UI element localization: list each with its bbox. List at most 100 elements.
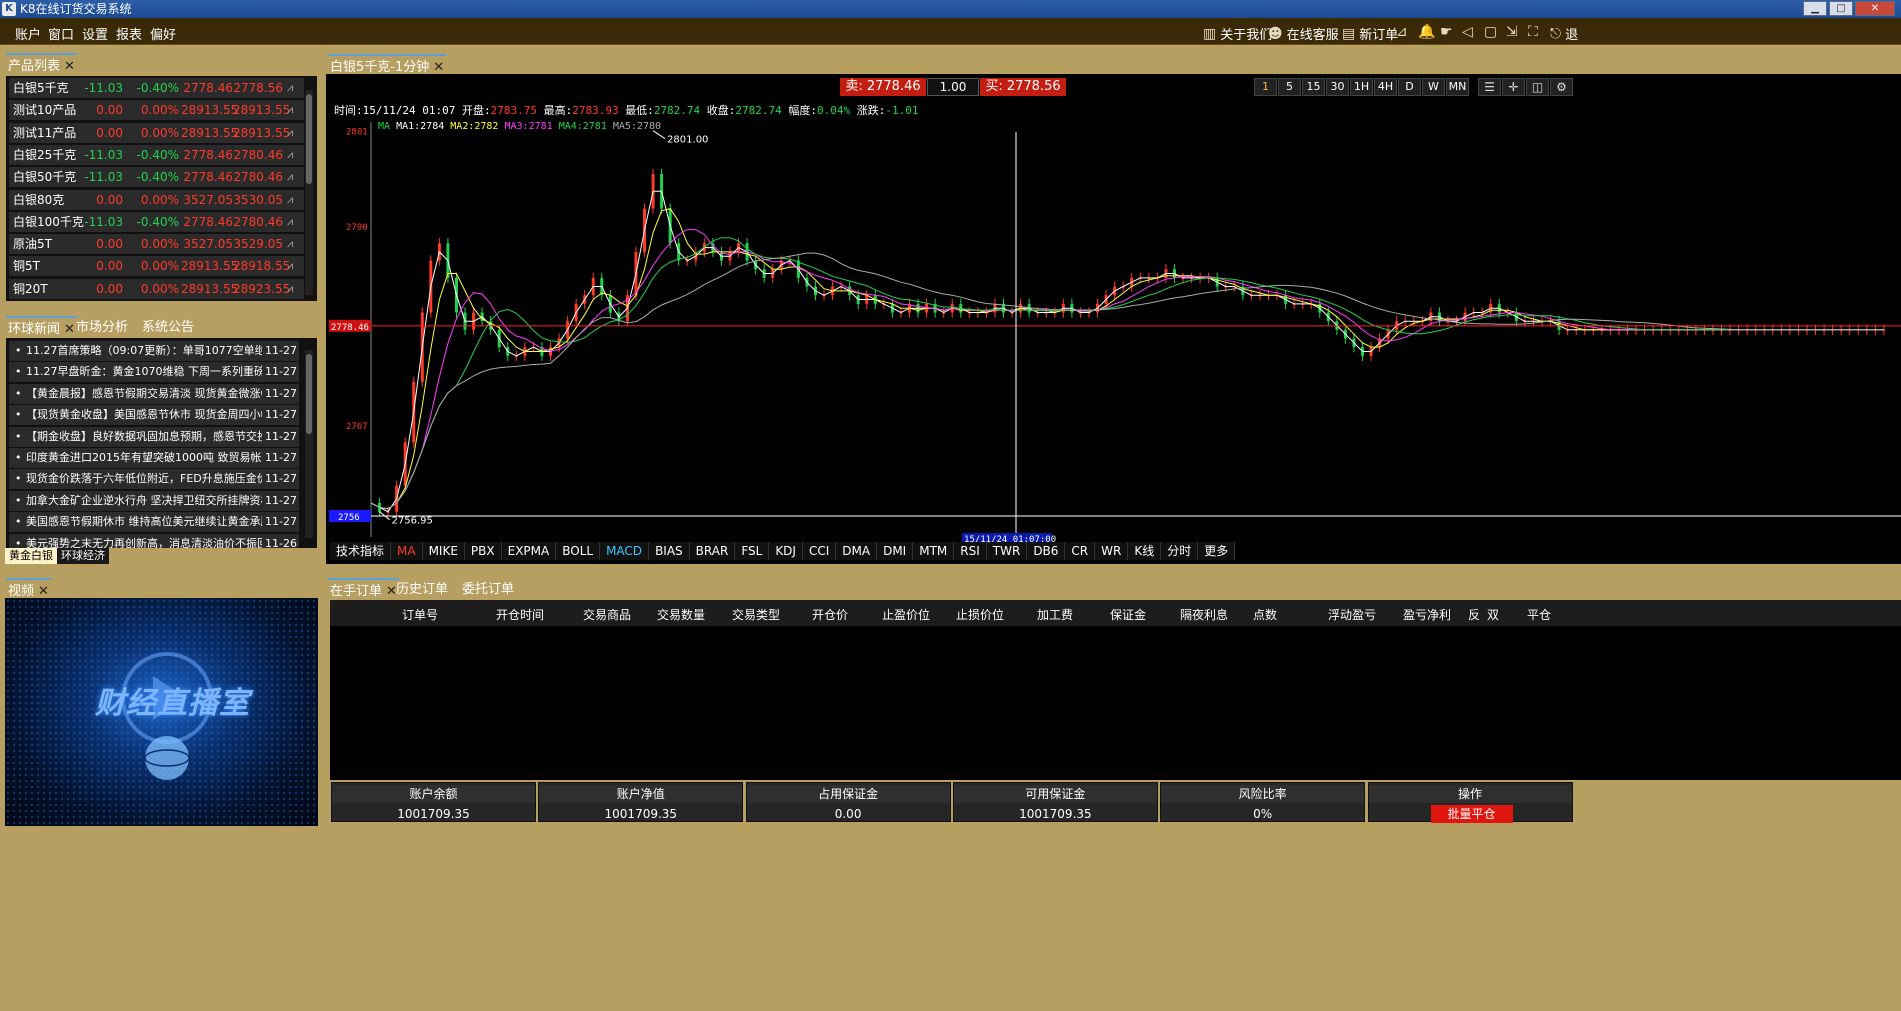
product-row[interactable]: 白银100千克 -11.03 -0.40% 2778.46 2780.46 ⩘	[9, 211, 304, 232]
indicator-2[interactable]: MIKE	[423, 542, 465, 560]
column-header[interactable]: 订单号	[402, 606, 438, 623]
chart-icon-button[interactable]: ⊿	[1396, 24, 1408, 40]
mini-chart-icon[interactable]: ⩘	[287, 167, 293, 187]
minimize-button[interactable]: ▁	[1803, 1, 1827, 16]
period-MN[interactable]: MN	[1446, 78, 1469, 96]
tab-chart[interactable]: 白银5千克-1分钟 ✕	[328, 54, 447, 75]
column-header[interactable]: 盈亏净利	[1403, 606, 1451, 623]
product-row[interactable]: 白银50千克 -11.03 -0.40% 2778.46 2780.46 ⩘	[9, 167, 304, 188]
news-item[interactable]: • 【期金收盘】良好数据巩固加息预期，感恩节交投清淡11-27	[9, 426, 299, 447]
column-header[interactable]: 保证金	[1110, 606, 1146, 623]
hand-button[interactable]: ☛	[1440, 24, 1453, 40]
tab-products[interactable]: 产品列表 ✕	[6, 53, 77, 74]
news-item[interactable]: • 美国感恩节假期休市 维持高位美元继续让黄金承压 11-27	[9, 512, 299, 533]
about-button[interactable]: ▥ 关于我们	[1203, 24, 1272, 44]
column-header[interactable]: 交易类型	[732, 606, 780, 623]
column-header[interactable]: 双	[1487, 606, 1499, 623]
column-header[interactable]: 隔夜利息	[1180, 606, 1228, 623]
video-player[interactable]: 财经直播室	[5, 598, 318, 826]
crosshair-icon[interactable]: ✛	[1502, 78, 1525, 96]
news-item[interactable]: • 现货金价跌落于六年低位附近，FED升息施压金价 11-27	[9, 469, 299, 490]
column-header[interactable]: 加工费	[1037, 606, 1073, 623]
menu-settings[interactable]: 设置	[82, 24, 108, 43]
indicator-20[interactable]: K线	[1128, 542, 1162, 560]
sound-button[interactable]: ◁	[1462, 24, 1473, 40]
new-order-button[interactable]: ▤ 新订单	[1342, 24, 1398, 44]
close-icon[interactable]: ✕	[64, 59, 75, 74]
mini-chart-icon[interactable]: ⩘	[287, 279, 293, 299]
product-row[interactable]: 铜20T 0.00 0.00% 28913.55 28923.55 ⩘	[9, 278, 304, 299]
layout-button[interactable]: ▢	[1484, 24, 1497, 40]
news-scrollbar[interactable]	[305, 350, 313, 538]
news-item[interactable]: • 加拿大金矿企业逆水行舟 坚决捍卫纽交所挂牌资格 11-27	[9, 490, 299, 511]
news-item[interactable]: • 【现货黄金收盘】美国感恩节休市 现货金周四小幅收涨11-27	[9, 405, 299, 426]
service-button[interactable]: ☻ 在线客服	[1268, 24, 1339, 44]
column-header[interactable]: 平仓	[1527, 606, 1551, 623]
close-window-button[interactable]: ✕	[1855, 1, 1895, 16]
fullscreen-button[interactable]: ⛶	[1528, 24, 1538, 40]
quantity-input[interactable]: 1.00	[927, 78, 979, 96]
indicator-3[interactable]: PBX	[465, 542, 502, 560]
indicator-5[interactable]: BOLL	[556, 542, 601, 560]
column-header[interactable]: 交易商品	[583, 606, 631, 623]
buy-button[interactable]: 买: 2778.56	[980, 78, 1066, 96]
news-item[interactable]: • 11.27首席策略（09:07更新）：单哥1077空单继续持 11-27	[9, 341, 299, 361]
price-chart[interactable]: 2801279027672778.4627562801.002756.9515/…	[326, 74, 1901, 564]
period-1[interactable]: 1	[1254, 78, 1277, 96]
tab-global-news[interactable]: 环球新闻 ✕	[6, 316, 77, 337]
period-30[interactable]: 30	[1326, 78, 1349, 96]
indicator-14[interactable]: MTM	[913, 542, 955, 560]
mini-chart-icon[interactable]: ⩘	[287, 100, 293, 120]
product-row[interactable]: 白银80克 0.00 0.00% 3527.05 3530.05 ⩘	[9, 189, 304, 210]
tab-video[interactable]: 视频 ✕	[6, 578, 51, 599]
batch-close-button[interactable]: 批量平仓	[1430, 805, 1513, 823]
indicator-12[interactable]: DMA	[836, 542, 878, 560]
tab-pending-orders[interactable]: 委托订单	[460, 578, 516, 597]
tab-system-notice[interactable]: 系统公告	[140, 316, 196, 335]
indicator-18[interactable]: CR	[1065, 542, 1096, 560]
menu-preferences[interactable]: 偏好	[150, 24, 176, 43]
column-header[interactable]: 交易数量	[657, 606, 705, 623]
column-header[interactable]: 开仓时间	[496, 606, 544, 623]
indicator-15[interactable]: RSI	[954, 542, 987, 560]
news-item[interactable]: • 美元强势之末无力再创新高，消息清淡油价不振回调 11-26	[9, 533, 299, 548]
close-icon[interactable]: ✕	[433, 60, 444, 75]
indicator-8[interactable]: BRAR	[690, 542, 736, 560]
mini-chart-icon[interactable]: ⩘	[287, 256, 293, 276]
menu-window[interactable]: 窗口	[48, 24, 74, 43]
tab-gold-silver[interactable]: 黄金白银	[5, 548, 57, 564]
column-header[interactable]: 浮动盈亏	[1328, 606, 1376, 623]
product-row[interactable]: 测试11产品 0.00 0.00% 28913.55 28913.55 ⩘	[9, 122, 304, 143]
camera-icon[interactable]: ◫	[1526, 78, 1549, 96]
product-scrollbar[interactable]	[305, 90, 313, 295]
export-button[interactable]: ⇲	[1506, 24, 1518, 40]
mini-chart-icon[interactable]: ⩘	[287, 190, 293, 210]
maximize-button[interactable]: □	[1829, 1, 1853, 16]
tab-open-orders[interactable]: 在手订单 ✕	[328, 578, 399, 599]
indicator-16[interactable]: TWR	[987, 542, 1028, 560]
news-item[interactable]: • 印度黄金进口2015年有望突破1000吨 致贸易帐严重赤字11-27	[9, 448, 299, 468]
column-header[interactable]: 反	[1468, 606, 1480, 623]
period-W[interactable]: W	[1422, 78, 1445, 96]
sell-button[interactable]: 卖: 2778.46	[840, 78, 926, 96]
menu-account[interactable]: 账户	[15, 24, 41, 43]
product-row[interactable]: 白银25千克 -11.03 -0.40% 2778.46 2780.46 ⩘	[9, 144, 304, 165]
indicator-4[interactable]: EXPMA	[502, 542, 557, 560]
product-row[interactable]: 测试10产品 0.00 0.00% 28913.55 28913.55 ⩘	[9, 100, 304, 121]
list-icon[interactable]: ☰	[1478, 78, 1501, 96]
indicator-1[interactable]: MA	[391, 542, 423, 560]
period-1H[interactable]: 1H	[1350, 78, 1373, 96]
mini-chart-icon[interactable]: ⩘	[287, 212, 293, 232]
period-4H[interactable]: 4H	[1374, 78, 1397, 96]
product-row[interactable]: 原油5T 0.00 0.00% 3527.05 3529.05 ⩘	[9, 234, 304, 255]
column-header[interactable]: 开仓价	[812, 606, 848, 623]
indicator-11[interactable]: CCI	[803, 542, 837, 560]
scroll-thumb[interactable]	[306, 94, 312, 184]
tab-global-economy[interactable]: 环球经济	[57, 548, 109, 564]
indicator-10[interactable]: KDJ	[769, 542, 803, 560]
bell-button[interactable]: 🔔	[1418, 24, 1435, 40]
close-icon[interactable]: ✕	[38, 584, 49, 599]
exit-button[interactable]: ⎋ 退	[1550, 24, 1578, 44]
indicator-9[interactable]: FSL	[735, 542, 770, 560]
period-15[interactable]: 15	[1302, 78, 1325, 96]
